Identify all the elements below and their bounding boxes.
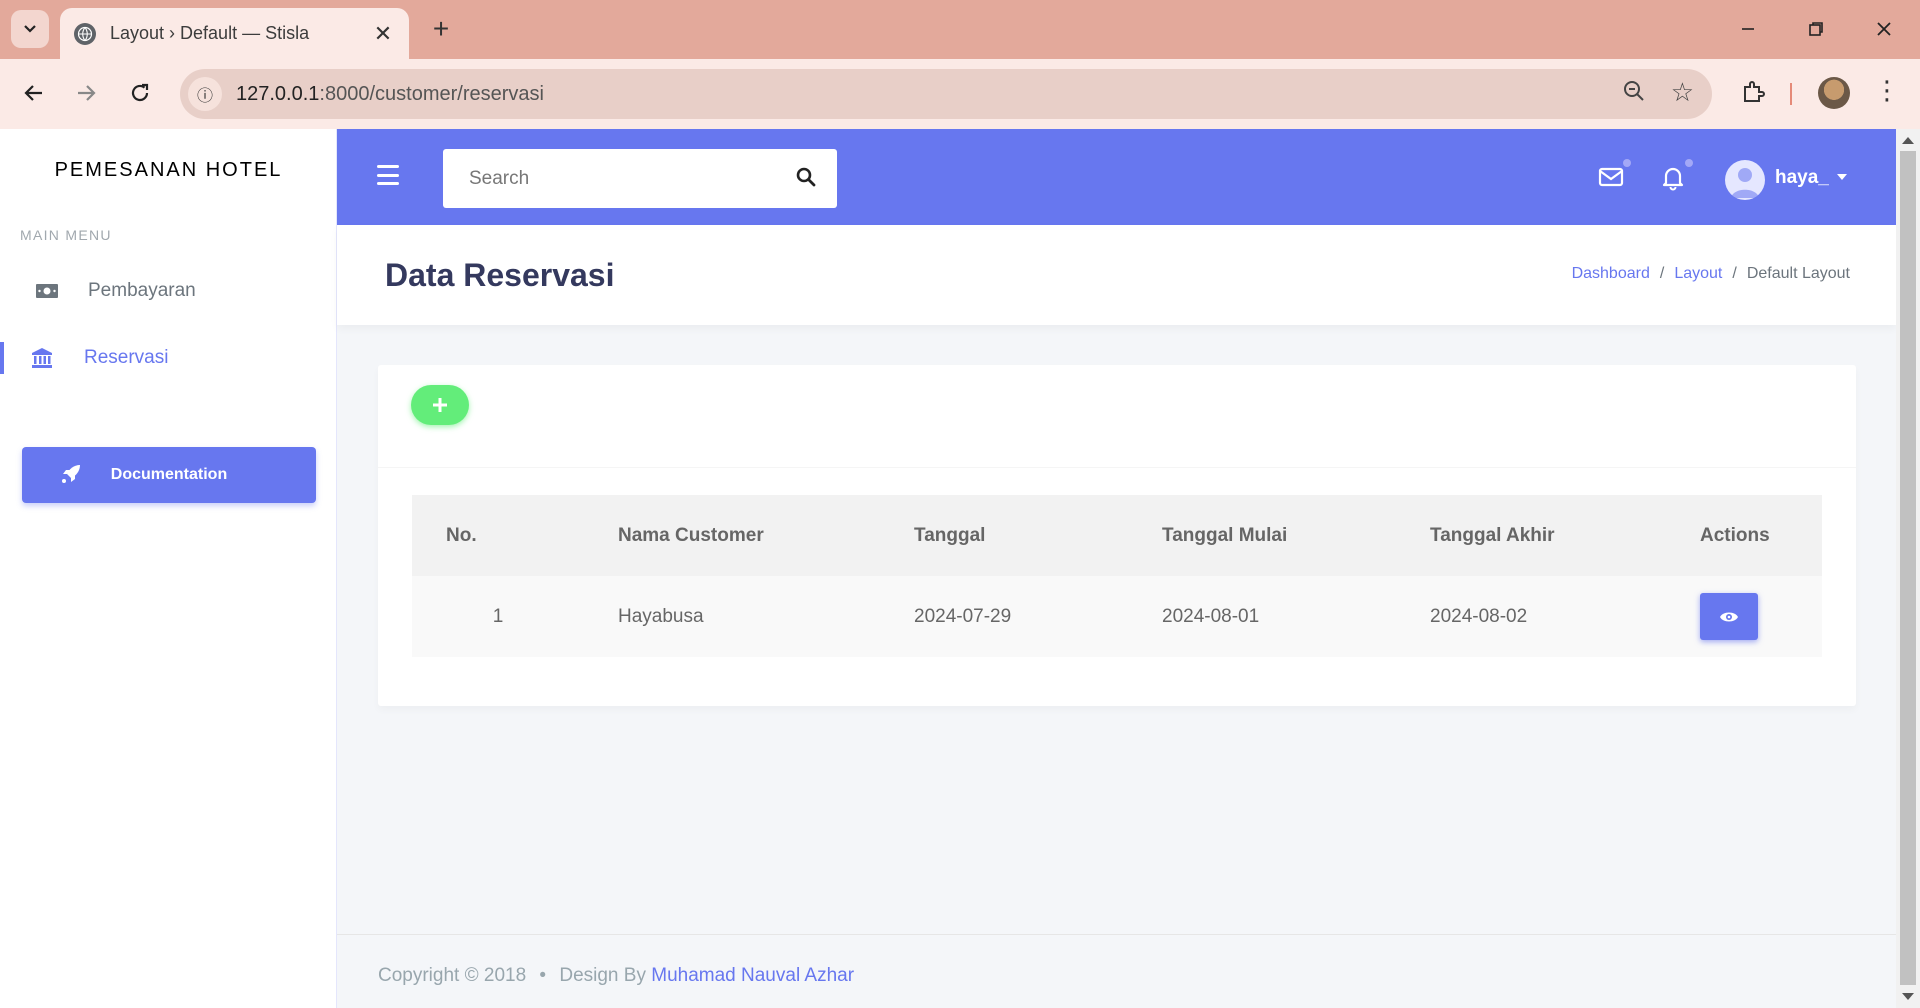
cell-tanggal: 2024-07-29 — [914, 605, 1012, 627]
footer-design-by: Design By — [559, 965, 646, 986]
money-icon — [33, 280, 61, 302]
breadcrumb-layout[interactable]: Layout — [1674, 265, 1722, 283]
breadcrumb-current: Default Layout — [1746, 265, 1850, 282]
page: PEMESANAN HOTEL MAIN MENU Pembayaran Res… — [0, 129, 1920, 1008]
back-arrow-icon[interactable] — [14, 73, 54, 113]
chevron-down-icon — [24, 25, 36, 33]
column-header: Tanggal — [914, 524, 986, 546]
eye-icon — [1720, 612, 1738, 621]
footer-author-link[interactable]: Muhamad Nauval Azhar — [651, 965, 854, 986]
sidebar: PEMESANAN HOTEL MAIN MENU Pembayaran Res… — [0, 129, 337, 1008]
caret-down-icon[interactable] — [1837, 174, 1847, 180]
reservation-card: No. Nama Customer Tanggal Tanggal Mulai … — [378, 365, 1856, 706]
toolbar-divider — [1790, 83, 1792, 105]
close-window-icon[interactable] — [1852, 10, 1916, 48]
profile-avatar[interactable] — [1818, 77, 1850, 109]
sidebar-brand[interactable]: PEMESANAN HOTEL — [0, 159, 337, 182]
url-text: 127.0.0.1:8000/customer/reservasi — [236, 83, 544, 106]
column-header: Actions — [1700, 524, 1770, 546]
page-scrollbar[interactable] — [1896, 129, 1920, 1008]
notification-dot — [1685, 159, 1693, 167]
card-header — [378, 365, 1856, 468]
active-indicator — [0, 342, 4, 374]
table-row: 1 Hayabusa 2024-07-29 2024-08-01 2024-08… — [412, 576, 1822, 657]
forward-arrow-icon[interactable] — [66, 73, 106, 113]
footer-bullet: • — [539, 965, 547, 986]
reload-icon[interactable] — [120, 73, 160, 113]
tab-search-button[interactable] — [11, 10, 49, 48]
browser-toolbar: ⓘ 127.0.0.1:8000/customer/reservasi ☆ ⋮ — [0, 59, 1920, 129]
footer: Copyright © 2018 • Design By Muhamad Nau… — [337, 934, 1896, 1008]
address-bar[interactable]: ⓘ 127.0.0.1:8000/customer/reservasi ☆ — [180, 69, 1712, 119]
sidebar-item-pembayaran[interactable]: Pembayaran — [0, 261, 337, 321]
envelope-icon[interactable] — [1597, 159, 1631, 193]
menu-header: MAIN MENU — [20, 227, 112, 243]
page-title: Data Reservasi — [385, 257, 615, 293]
globe-icon — [74, 22, 96, 45]
column-header: No. — [446, 524, 477, 546]
breadcrumb-separator: / — [1732, 265, 1737, 282]
bell-icon[interactable] — [1659, 159, 1693, 193]
cell-tanggal-akhir: 2024-08-02 — [1430, 605, 1528, 627]
user-name[interactable]: haya_ — [1775, 167, 1829, 189]
extensions-icon[interactable] — [1740, 79, 1766, 112]
cell-actions — [1666, 576, 1822, 657]
scroll-up-arrow-icon[interactable] — [1902, 137, 1914, 144]
tab-close-icon[interactable]: ✕ — [371, 21, 395, 47]
new-tab-button[interactable]: + — [424, 12, 458, 46]
url-path: :8000/customer/reservasi — [319, 82, 544, 105]
cell-nama-customer: Hayabusa — [618, 605, 704, 627]
column-header: Tanggal Akhir — [1430, 524, 1555, 546]
scroll-thumb[interactable] — [1900, 151, 1916, 985]
user-avatar[interactable] — [1725, 160, 1765, 200]
notification-dot — [1623, 159, 1631, 167]
sidebar-item-label: Reservasi — [84, 347, 169, 368]
scroll-down-arrow-icon[interactable] — [1902, 993, 1914, 1000]
search-box — [443, 149, 837, 208]
url-host: 127.0.0.1 — [236, 82, 320, 105]
documentation-button[interactable]: Documentation — [22, 447, 316, 503]
view-button[interactable] — [1700, 593, 1758, 640]
search-icon[interactable] — [795, 166, 817, 188]
restore-icon[interactable] — [1784, 10, 1848, 48]
cell-no: 1 — [492, 605, 504, 627]
breadcrumb-dashboard[interactable]: Dashboard — [1572, 265, 1650, 283]
minimize-icon[interactable] — [1716, 10, 1780, 48]
sidebar-item-label: Pembayaran — [88, 280, 196, 301]
column-header: Nama Customer — [618, 524, 764, 546]
zoom-icon[interactable] — [1622, 79, 1646, 109]
table-header-row: No. Nama Customer Tanggal Tanggal Mulai … — [412, 495, 1822, 576]
plus-icon — [433, 398, 447, 412]
sidebar-item-reservasi[interactable]: Reservasi — [0, 328, 337, 388]
bank-icon — [28, 347, 56, 369]
browser-tabstrip: Layout › Default — Stisla ✕ + — [0, 0, 1920, 59]
cell-tanggal-mulai: 2024-08-01 — [1162, 605, 1260, 627]
browser-tab[interactable]: Layout › Default — Stisla ✕ — [60, 8, 409, 59]
section-header: Data Reservasi Dashboard / Layout / Defa… — [337, 225, 1896, 325]
bookmark-star-icon[interactable]: ☆ — [1671, 77, 1694, 108]
footer-text: Copyright © 2018 • Design By Muhamad Nau… — [378, 965, 854, 987]
rocket-icon — [60, 463, 82, 491]
breadcrumb-separator: / — [1659, 265, 1665, 282]
top-navbar: haya_ — [337, 129, 1896, 225]
breadcrumb: Dashboard / Layout / Default Layout — [1572, 265, 1850, 283]
reservation-table: No. Nama Customer Tanggal Tanggal Mulai … — [412, 495, 1822, 657]
add-reservation-button[interactable] — [411, 385, 469, 425]
site-info-icon[interactable]: ⓘ — [188, 77, 222, 111]
footer-copyright: Copyright © 2018 — [378, 965, 527, 986]
more-menu-icon[interactable]: ⋮ — [1874, 75, 1900, 106]
hamburger-menu-icon[interactable] — [377, 165, 399, 185]
tab-title: Layout › Default — Stisla — [110, 23, 310, 43]
search-input[interactable] — [469, 167, 769, 190]
column-header: Tanggal Mulai — [1162, 524, 1288, 546]
